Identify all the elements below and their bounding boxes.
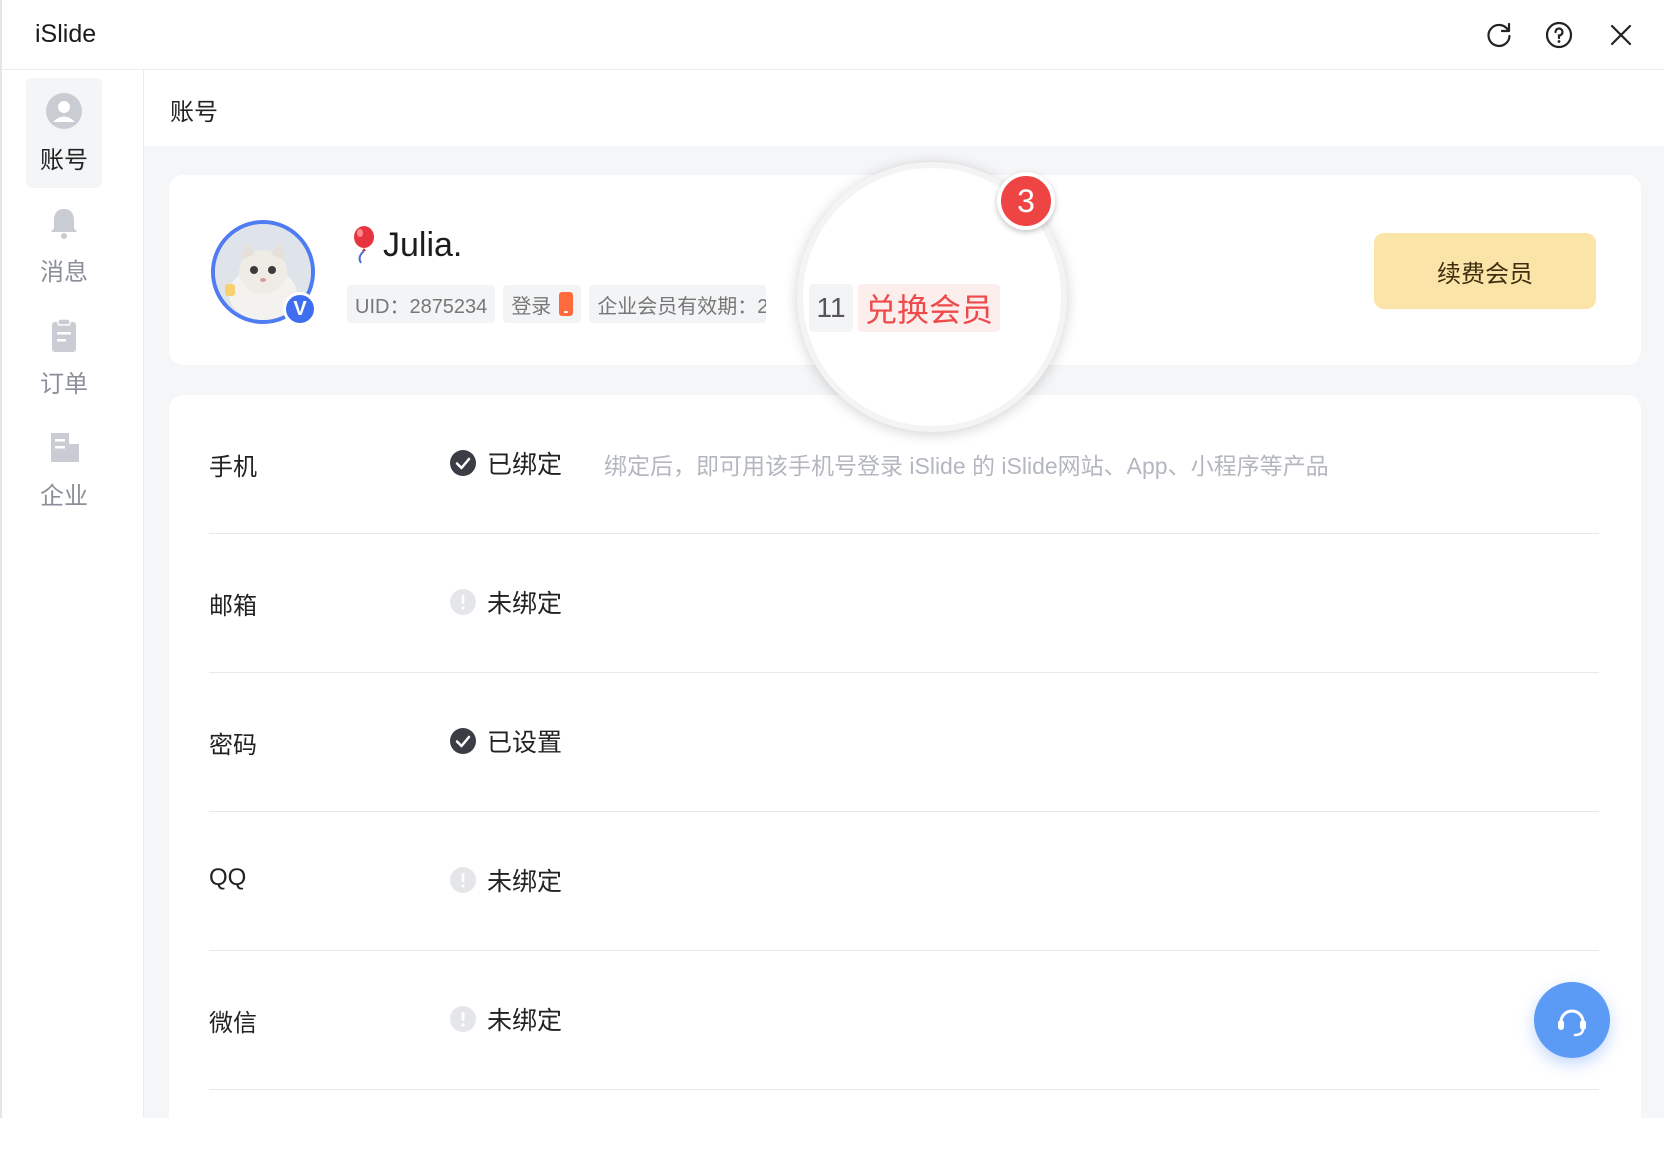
sidebar-item-label: 消息 [40,259,88,286]
sidebar-item-label: 账号 [40,147,88,174]
row-status: 已绑定 [449,445,562,481]
row-status: 未绑定 [449,862,562,898]
balloon-icon [354,226,374,264]
row-label: 微信 [209,1010,257,1037]
warning-circle-icon [450,867,476,893]
main-header: 账号 [144,70,1664,146]
bell-icon [45,204,83,242]
profile-tags: UID：2875234 登录 企业会员有效期：20 [347,285,774,323]
binding-row-email[interactable]: 邮箱 未绑定 [209,534,1599,673]
app-title: iSlide [35,20,97,48]
status-text: 已设置 [487,729,563,757]
check-circle-icon [450,728,476,754]
username-row: Julia. [347,225,462,265]
row-status: 未绑定 [449,584,562,620]
login-method-tag: 登录 [503,285,582,323]
building-icon [45,428,83,466]
close-icon [1610,24,1632,46]
membership-validity-tag: 企业会员有效期：20 [589,285,767,323]
warning-circle-icon [450,1006,476,1032]
status-text: 已绑定 [487,451,563,479]
row-status: 已设置 [449,723,562,759]
membership-year-fragment: 11 [809,284,853,332]
redeem-membership-button[interactable]: 兑换会员 [858,284,1000,332]
phone-icon [559,292,574,316]
account-bindings-card: 手机 已绑定 绑定后，即可用该手机号登录 iSlide 的 iSlide网站、A… [169,395,1641,1155]
renew-membership-button[interactable]: 续费会员 [1374,233,1596,309]
membership-validity-text: 企业会员有效期：20 [597,295,767,318]
warning-circle-icon [450,589,476,615]
page-title: 账号 [170,99,218,126]
row-label: QQ [209,864,247,891]
uid-text: UID：2875234 [355,295,488,318]
row-label: 密码 [209,732,257,759]
status-text: 未绑定 [487,868,563,896]
step-number-badge: 3 [997,172,1055,230]
sidebar: 账号 消息 订单 企业 [4,70,144,1118]
refresh-icon [1487,22,1511,48]
row-label: 手机 [209,454,257,481]
clipboard-icon [45,316,83,354]
status-text: 未绑定 [487,590,563,618]
avatar[interactable]: V [211,220,317,326]
close-button[interactable] [1604,18,1638,52]
sidebar-item-account[interactable]: 账号 [26,78,102,188]
username: Julia. [383,225,463,264]
binding-row-password[interactable]: 密码 已设置 [209,673,1599,812]
sidebar-item-label: 订单 [40,371,88,398]
sidebar-item-label: 企业 [40,483,88,510]
status-text: 未绑定 [487,1007,563,1035]
help-button[interactable] [1542,18,1576,52]
binding-row-wechat[interactable]: 微信 未绑定 [209,951,1599,1090]
row-status: 未绑定 [449,1001,562,1037]
row-label: 邮箱 [209,593,257,620]
user-icon [45,92,83,130]
help-icon [1545,21,1573,49]
uid-tag: UID：2875234 [347,285,496,323]
refresh-button[interactable] [1482,18,1516,52]
sidebar-item-enterprise[interactable]: 企业 [26,414,102,524]
islide-window: iSlide 账号 消息 订单 企业 账号 V Julia. UID：28752… [0,0,1664,1155]
sidebar-item-messages[interactable]: 消息 [26,190,102,300]
sidebar-item-orders[interactable]: 订单 [26,302,102,412]
customer-support-button[interactable] [1534,982,1610,1058]
login-label: 登录 [511,295,552,318]
verified-badge: V [283,292,317,326]
title-bar: iSlide [2,0,1664,70]
check-circle-icon [450,450,476,476]
binding-row-qq[interactable]: QQ 未绑定 [209,812,1599,951]
headset-icon [1558,1009,1586,1037]
phone-binding-hint: 绑定后，即可用该手机号登录 iSlide 的 iSlide网站、App、小程序等… [604,453,1329,479]
